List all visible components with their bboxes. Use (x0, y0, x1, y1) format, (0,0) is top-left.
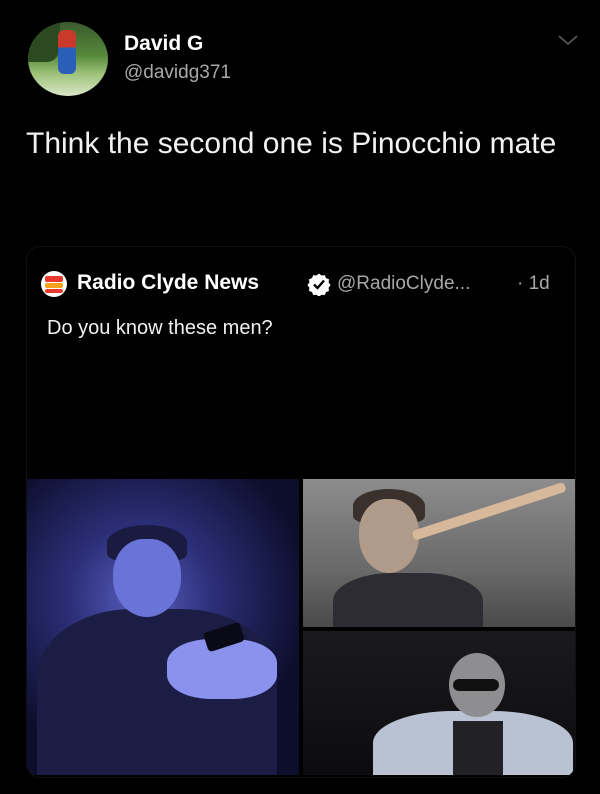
quoted-tweet-header: Radio Clyde News @RadioClyde... · 1d (41, 269, 565, 299)
avatar-figure (58, 30, 76, 74)
tweet-text: Think the second one is Pinocchio mate (26, 127, 557, 160)
quoted-author-name[interactable]: Radio Clyde News (77, 271, 259, 295)
quoted-author-handle[interactable]: @RadioClyde... (337, 273, 470, 295)
tweet-header: David G @davidg371 (28, 20, 580, 100)
media-image-1[interactable] (27, 479, 299, 775)
quoted-tweet-text: Do you know these men? (47, 317, 273, 339)
avatar[interactable] (28, 22, 108, 96)
media-image-2[interactable] (303, 479, 575, 627)
media-image-3[interactable] (303, 631, 575, 775)
radio-clyde-logo (41, 271, 67, 297)
author-name[interactable]: David G (124, 32, 203, 56)
verified-badge-icon (307, 273, 331, 296)
author-handle[interactable]: @davidg371 (124, 62, 231, 84)
quoted-tweet[interactable]: Radio Clyde News @RadioClyde... · 1d Do … (26, 246, 576, 778)
avatar-background (28, 22, 60, 62)
media-grid (27, 479, 575, 777)
chevron-down-icon[interactable] (556, 32, 580, 48)
quoted-timestamp[interactable]: · 1d (517, 273, 550, 295)
